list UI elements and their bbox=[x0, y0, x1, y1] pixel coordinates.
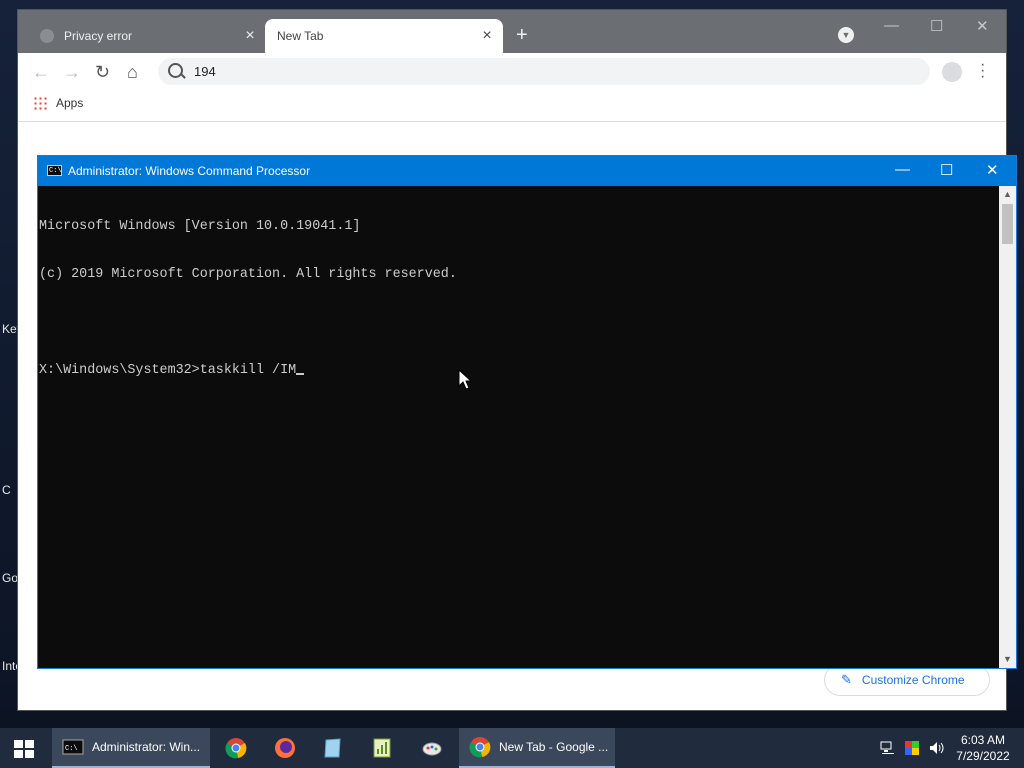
desktop-icon-label[interactable]: Go bbox=[2, 571, 18, 585]
close-tab-icon[interactable]: × bbox=[477, 27, 497, 45]
pencil-icon: ✎ bbox=[841, 672, 852, 687]
forward-icon[interactable]: → bbox=[63, 62, 81, 83]
chrome-toolbar: ← → ↻ ⌂ 194 · · · bbox=[18, 53, 1006, 90]
cmd-taskbar-icon: C:\ bbox=[62, 739, 84, 755]
vertical-scrollbar[interactable]: ▲ ▼ bbox=[999, 186, 1016, 668]
text-cursor bbox=[296, 373, 305, 375]
chrome-taskbar-icon[interactable] bbox=[225, 737, 247, 759]
cmd-window-title: Administrator: Windows Command Processor bbox=[68, 164, 311, 178]
desktop-icon-label[interactable]: C bbox=[2, 483, 11, 497]
color-app-tray-icon[interactable] bbox=[904, 740, 920, 756]
cmd-window: C:\ Administrator: Windows Command Proce… bbox=[38, 156, 1016, 668]
minimize-icon[interactable]: — bbox=[884, 17, 899, 34]
back-icon[interactable]: ← bbox=[32, 62, 50, 83]
console-prompt-text: X:\Windows\System32>taskkill /IM bbox=[39, 363, 297, 378]
console-line: Microsoft Windows [Version 10.0.19041.1] bbox=[39, 219, 361, 234]
chrome-taskbar-icon bbox=[469, 737, 491, 758]
volume-icon[interactable] bbox=[928, 740, 946, 756]
tab-new-tab[interactable]: New Tab × bbox=[265, 19, 503, 53]
scroll-up-icon[interactable]: ▲ bbox=[999, 186, 1016, 203]
address-text: 194 bbox=[194, 64, 216, 79]
spreadsheet-app-taskbar-icon[interactable] bbox=[371, 737, 393, 759]
clock-time: 6:03 AM bbox=[960, 733, 1006, 747]
tab-title: Privacy error bbox=[64, 29, 133, 43]
chrome-menu-icon[interactable]: · · · bbox=[980, 57, 985, 85]
scroll-thumb[interactable] bbox=[1002, 204, 1013, 244]
search-icon bbox=[168, 63, 183, 78]
close-window-icon[interactable]: ✕ bbox=[986, 161, 999, 179]
taskbar-chrome-button[interactable]: New Tab - Google ... bbox=[459, 728, 615, 768]
console-input-line[interactable]: X:\Windows\System32>taskkill /IM bbox=[39, 363, 998, 379]
clock-date: 7/29/2022 bbox=[956, 749, 1010, 763]
svg-text:C:\: C:\ bbox=[65, 745, 78, 753]
customize-chrome-label: Customize Chrome bbox=[861, 673, 965, 687]
firefox-taskbar-icon[interactable] bbox=[274, 737, 296, 759]
home-icon[interactable]: ⌂ bbox=[127, 62, 138, 83]
scroll-down-icon[interactable]: ▼ bbox=[999, 651, 1016, 668]
taskbar-cmd-button[interactable]: C:\ Administrator: Win... bbox=[52, 728, 210, 768]
profile-avatar-icon[interactable] bbox=[942, 62, 962, 82]
cmd-titlebar[interactable]: C:\ Administrator: Windows Command Proce… bbox=[38, 156, 1016, 186]
tab-title: New Tab bbox=[277, 29, 324, 43]
taskbar-button-label: Administrator: Win... bbox=[92, 740, 201, 754]
maximize-icon[interactable]: ☐ bbox=[930, 17, 943, 35]
apps-bookmark[interactable]: Apps bbox=[56, 96, 83, 110]
reload-icon[interactable]: ↻ bbox=[95, 62, 110, 83]
start-windows-icon[interactable] bbox=[14, 740, 34, 758]
address-bar[interactable]: 194 bbox=[158, 58, 930, 85]
notepad-app-taskbar-icon[interactable] bbox=[322, 737, 344, 759]
minimize-icon[interactable]: — bbox=[895, 161, 910, 178]
taskbar-button-label: New Tab - Google ... bbox=[499, 740, 609, 754]
bookmarks-bar bbox=[18, 90, 1006, 122]
tab-search-icon[interactable]: ▼ bbox=[838, 27, 854, 43]
network-icon[interactable] bbox=[880, 740, 896, 756]
cmd-app-icon: C:\ bbox=[47, 165, 62, 176]
globe-icon bbox=[40, 29, 54, 43]
apps-grid-icon[interactable] bbox=[33, 96, 47, 110]
maximize-icon[interactable]: ☐ bbox=[940, 161, 953, 179]
new-tab-plus-icon[interactable]: + bbox=[516, 25, 528, 45]
customize-chrome-button[interactable]: ✎ Customize Chrome bbox=[824, 664, 990, 696]
paint-app-taskbar-icon[interactable] bbox=[421, 737, 443, 759]
chrome-titlebar: Privacy error × New Tab × + ▼ — ☐ ✕ bbox=[18, 10, 1006, 53]
console-line: (c) 2019 Microsoft Corporation. All righ… bbox=[39, 267, 457, 282]
taskbar-clock[interactable]: 6:03 AM 7/29/2022 bbox=[948, 732, 1018, 764]
close-window-icon[interactable]: ✕ bbox=[976, 17, 989, 35]
console-output[interactable]: Microsoft Windows [Version 10.0.19041.1]… bbox=[38, 186, 999, 668]
taskbar: C:\ Administrator: Win... New Tab - Goog… bbox=[0, 728, 1024, 768]
mouse-pointer-icon bbox=[458, 369, 472, 390]
close-tab-icon[interactable]: × bbox=[240, 27, 260, 45]
tab-privacy-error[interactable]: Privacy error × bbox=[28, 19, 266, 53]
